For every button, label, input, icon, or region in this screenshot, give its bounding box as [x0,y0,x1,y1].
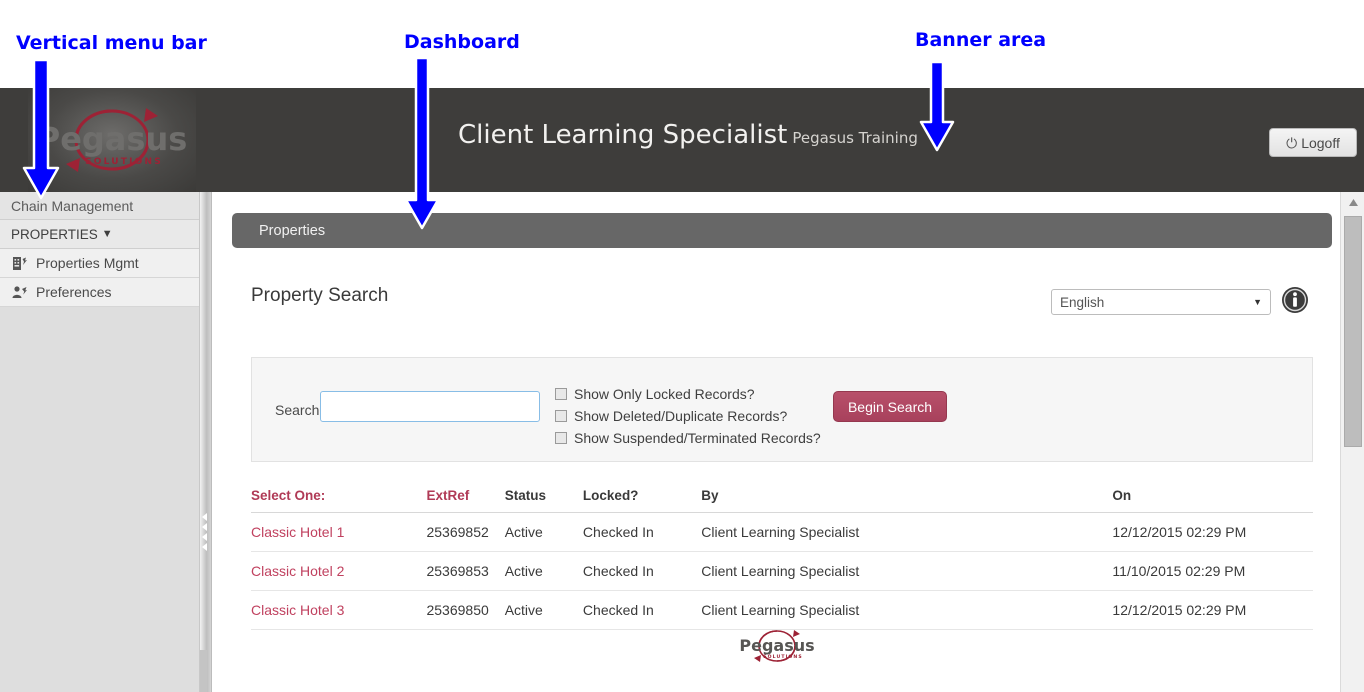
annotation-arrows [22,56,955,230]
annotation-arrow-dashboard [404,56,440,230]
annotation-arrow-banner-area [919,60,955,152]
app-window: Pegasus SOLUTIONS Client Learning Specia… [0,0,1364,692]
annotation-arrow-vertical-menu-bar [22,58,60,200]
